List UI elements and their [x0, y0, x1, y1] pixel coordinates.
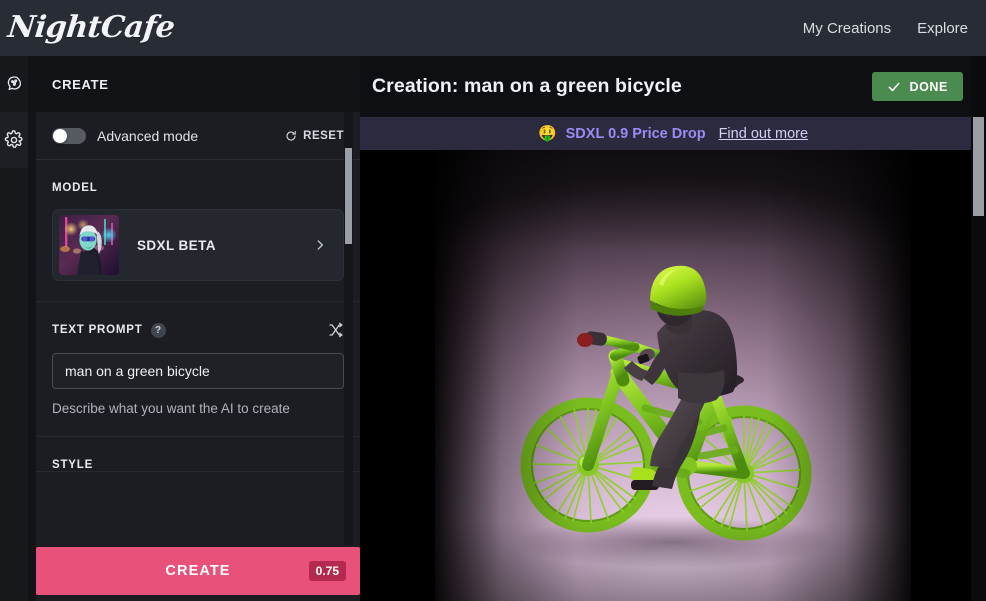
nightcafe-app: NightCafe My Creations Explore CREATE Ad… [0, 0, 986, 601]
text-prompt-section: TEXT PROMPT ? man on a green bicycle Des… [36, 302, 360, 437]
create-sidebar: CREATE Advanced mode RESET MODEL SDXL BE… [28, 56, 360, 601]
promo-banner[interactable]: 🤑 SDXL 0.9 Price Drop Find out more [360, 117, 986, 150]
create-button-label: CREATE [165, 563, 231, 579]
creation-header: Creation: man on a green bicycle DONE [360, 56, 986, 117]
page-scrollbar-thumb[interactable] [973, 117, 984, 216]
reset-label: RESET [303, 129, 344, 142]
model-name: SDXL BETA [137, 237, 216, 253]
refresh-icon [285, 130, 297, 142]
rail-item-settings[interactable] [0, 112, 28, 168]
settings-gear-icon [4, 130, 24, 150]
promo-text: SDXL 0.9 Price Drop [565, 125, 706, 142]
creation-canvas [360, 150, 986, 601]
model-thumbnail [59, 215, 119, 275]
style-section-label: STYLE [52, 459, 94, 471]
sidebar-heading-row: CREATE [28, 56, 360, 112]
model-section: MODEL SDXL BETA [36, 160, 360, 302]
nav-explore[interactable]: Explore [917, 20, 968, 37]
main-content: Creation: man on a green bicycle DONE 🤑 … [360, 56, 986, 601]
reset-button[interactable]: RESET [285, 130, 344, 142]
style-section: STYLE [36, 437, 360, 472]
text-prompt-label: TEXT PROMPT [52, 324, 143, 336]
sidebar-scrollbar-thumb[interactable] [345, 148, 352, 244]
help-icon[interactable]: ? [150, 322, 166, 338]
sidebar-heading: CREATE [52, 76, 109, 92]
generated-artwork[interactable] [435, 150, 911, 601]
rail-item-create[interactable] [0, 56, 28, 112]
create-panel: Advanced mode RESET MODEL SDXL BETA TEXT… [36, 112, 360, 601]
advanced-mode-toggle[interactable] [52, 127, 86, 144]
done-button-label: DONE [909, 79, 948, 94]
brand-logo[interactable]: NightCafe [6, 10, 176, 45]
check-icon [887, 80, 901, 94]
advanced-mode-row: Advanced mode RESET [36, 112, 360, 160]
text-prompt-input[interactable]: man on a green bicycle [52, 353, 344, 389]
create-brain-icon [4, 74, 24, 94]
credits-badge: 0.75 [308, 561, 346, 581]
top-nav: My Creations Explore [803, 20, 986, 37]
page-title: Creation: man on a green bicycle [372, 75, 682, 97]
promo-link[interactable]: Find out more [719, 126, 808, 142]
text-prompt-header: TEXT PROMPT ? [52, 322, 344, 338]
create-button-bar: CREATE 0.75 [36, 547, 360, 595]
model-section-label: MODEL [52, 182, 98, 194]
done-button[interactable]: DONE [872, 72, 963, 101]
chevron-right-icon [313, 238, 327, 252]
create-button[interactable]: CREATE 0.75 [36, 547, 360, 595]
advanced-mode-label: Advanced mode [97, 127, 199, 144]
model-selector[interactable]: SDXL BETA [52, 209, 344, 281]
text-prompt-hint: Describe what you want the AI to create [52, 401, 290, 416]
top-bar: NightCafe My Creations Explore [0, 0, 986, 56]
toggle-knob [53, 128, 67, 143]
nav-my-creations[interactable]: My Creations [803, 20, 891, 37]
artwork-illustration [513, 265, 833, 568]
shuffle-icon[interactable] [328, 322, 344, 338]
money-face-emoji-icon: 🤑 [537, 125, 557, 142]
icon-rail [0, 56, 28, 601]
